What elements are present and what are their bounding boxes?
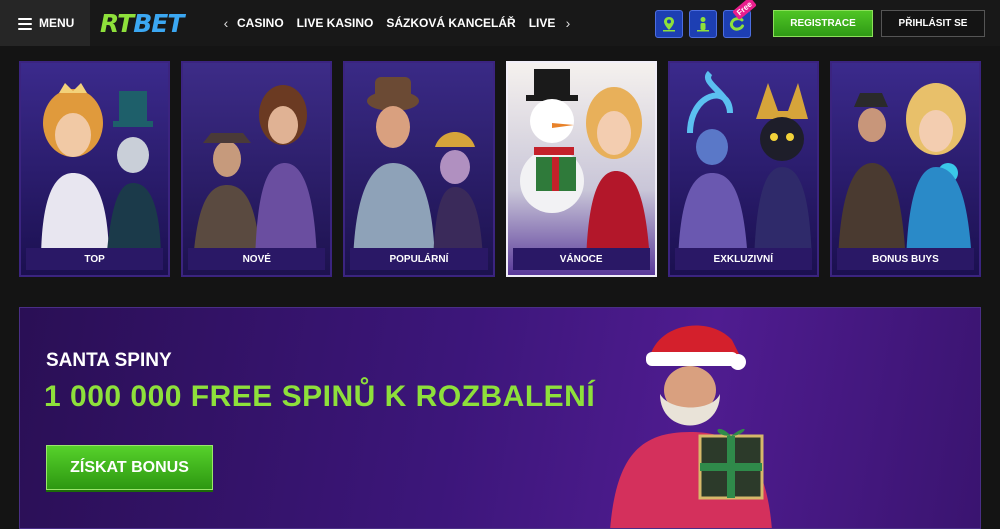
promo-subtitle: SANTA SPINY bbox=[46, 350, 172, 371]
get-bonus-button[interactable]: ZÍSKAT BONUS bbox=[46, 445, 213, 490]
promo-title: 1 000 000 FREE SPINŮ K ROZBALENÍ bbox=[44, 380, 596, 413]
category-exkluzivni[interactable]: EXKLUZIVNÍ bbox=[667, 61, 819, 277]
login-button[interactable]: PŘIHLÁSIT SE bbox=[881, 10, 985, 37]
top-bar: MENU RT BET ‹ CASINO LIVE KASINO SÁZKOVÁ … bbox=[0, 0, 1000, 46]
category-label-bonus-buys: BONUS BUYS bbox=[836, 248, 975, 270]
category-label-vanoce: VÁNOCE bbox=[512, 248, 650, 270]
rtbet-logo[interactable]: RT BET bbox=[90, 0, 215, 46]
category-popularni-art bbox=[345, 63, 493, 275]
person-button[interactable] bbox=[689, 10, 717, 38]
category-popularni[interactable]: POPULÁRNÍ bbox=[343, 61, 495, 277]
category-nove-art bbox=[183, 63, 331, 275]
category-top[interactable]: TOP bbox=[19, 61, 171, 277]
nav-live-kasino[interactable]: LIVE KASINO bbox=[297, 16, 374, 30]
category-bonus-buys[interactable]: BONUS BUYS bbox=[829, 61, 982, 277]
location-icon bbox=[663, 17, 675, 32]
category-nove[interactable]: NOVÉ bbox=[181, 61, 333, 277]
nav-sazkova-kancelar[interactable]: SÁZKOVÁ KANCELÁŘ bbox=[386, 16, 515, 30]
nav-live-sport[interactable]: LIVE S bbox=[529, 16, 557, 30]
nav-casino[interactable]: CASINO bbox=[237, 16, 284, 30]
nav-next-icon[interactable]: › bbox=[557, 15, 579, 31]
category-label-nove: NOVÉ bbox=[188, 248, 326, 270]
category-top-art bbox=[21, 63, 169, 275]
register-button[interactable]: REGISTRACE bbox=[773, 10, 873, 37]
category-vanoce-art bbox=[507, 63, 655, 275]
logo-bet: BET bbox=[133, 8, 184, 38]
logo-rt: RT bbox=[100, 8, 134, 38]
location-button[interactable] bbox=[655, 10, 683, 38]
category-bonus-buys-art bbox=[831, 63, 980, 275]
hamburger-icon bbox=[18, 17, 32, 30]
category-exkluzivni-art bbox=[669, 63, 817, 275]
main-nav: CASINO LIVE KASINO SÁZKOVÁ KANCELÁŘ LIVE… bbox=[237, 16, 557, 30]
category-tiles: TOP NOVÉ POPULÁRNÍ VÁNOCE EXKLUZIVNÍ BON… bbox=[19, 61, 982, 277]
category-label-exkluzivni: EXKLUZIVNÍ bbox=[674, 248, 812, 270]
free-bonus-button[interactable]: Free bbox=[723, 0, 757, 38]
menu-label: MENU bbox=[39, 16, 75, 30]
category-label-top: TOP bbox=[26, 248, 164, 270]
person-icon bbox=[697, 17, 709, 32]
santa-illustration bbox=[610, 325, 772, 528]
promo-banner: SANTA SPINY 1 000 000 FREE SPINŮ K ROZBA… bbox=[19, 307, 981, 529]
nav-prev-icon[interactable]: ‹ bbox=[215, 15, 237, 31]
category-vanoce[interactable]: VÁNOCE bbox=[505, 61, 657, 277]
category-label-popularni: POPULÁRNÍ bbox=[350, 248, 488, 270]
menu-button[interactable]: MENU bbox=[0, 0, 90, 46]
